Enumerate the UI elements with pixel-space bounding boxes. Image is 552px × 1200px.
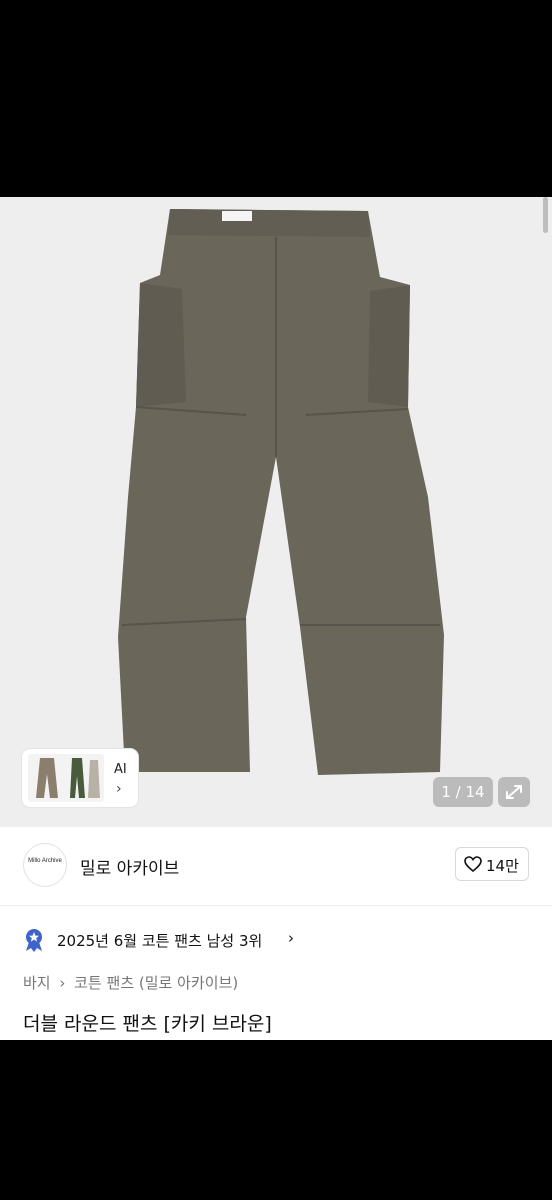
like-count: 14만 [486,857,519,875]
ai-label: AI [114,762,127,777]
medal-icon [26,929,42,952]
chevron-right-icon: › [288,929,294,947]
expand-icon [506,785,522,799]
ai-thumbnail [28,754,104,802]
seller-name[interactable]: 밀로 아카이브 [80,854,179,879]
ai-styling-button[interactable]: AI › [22,749,138,807]
image-counter: 1 / 14 [433,777,493,807]
seller-row: Millo Archive 밀로 아카이브 14만 [0,827,552,906]
avatar-text: Millo Archive [28,858,62,864]
expand-button[interactable] [498,777,530,807]
heart-icon [464,856,482,872]
breadcrumb: 바지 › 코튼 팬츠 (밀로 아카이브) [23,972,242,993]
breadcrumb-category[interactable]: 바지 [23,974,51,992]
scrollbar[interactable] [543,197,548,233]
pants-image [118,209,444,775]
ranking-text: 2025년 6월 코튼 팬츠 남성 3위 [57,932,263,950]
product-image[interactable]: AI › 1 / 14 [0,197,552,827]
like-button[interactable]: 14만 [455,847,529,881]
chevron-right-icon: › [116,781,122,797]
chevron-right-icon: › [59,974,66,992]
product-title: 더블 라운드 팬츠 [카키 브라운] [23,1013,272,1035]
seller-avatar[interactable]: Millo Archive [23,843,67,887]
breadcrumb-subcategory[interactable]: 코튼 팬츠 (밀로 아카이브) [74,974,238,992]
product-screen: AI › 1 / 14 Millo Archive 밀로 아카이브 14만 20… [0,197,552,1040]
